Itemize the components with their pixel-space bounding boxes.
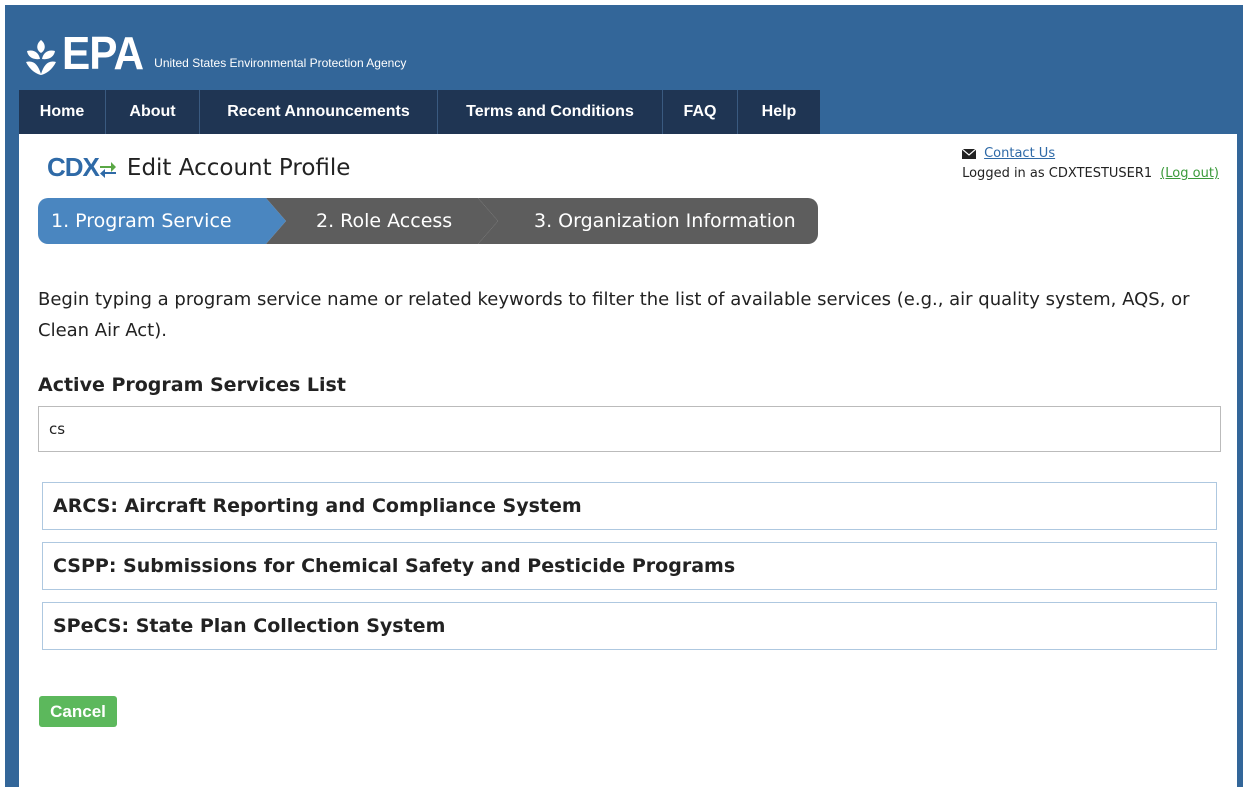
logged-in-text: Logged in as CDXTESTUSER1 xyxy=(962,166,1153,181)
step-program-service[interactable]: 1. Program Service xyxy=(38,198,286,244)
envelope-icon xyxy=(962,149,977,159)
epa-logo-text[interactable]: EPA xyxy=(62,30,144,76)
instructions-text: Begin typing a program service name or r… xyxy=(38,289,1190,341)
list-item[interactable]: CSPP: Submissions for Chemical Safety an… xyxy=(42,542,1217,590)
list-item[interactable]: ARCS: Aircraft Reporting and Compliance … xyxy=(42,482,1217,530)
page-title: Edit Account Profile xyxy=(126,154,351,181)
logged-in-line: Logged in as CDXTESTUSER1 (Log out) xyxy=(962,164,1219,184)
epa-flower-icon xyxy=(26,40,56,75)
nav-item-faq[interactable]: FAQ xyxy=(663,90,738,134)
nav-item-recent-announcements[interactable]: Recent Announcements xyxy=(200,90,438,134)
program-search-input[interactable] xyxy=(38,406,1221,452)
program-list-label: Active Program Services List xyxy=(38,374,346,396)
cdx-logo: CDX xyxy=(47,152,117,183)
nav-item-help[interactable]: Help xyxy=(738,90,820,134)
step-organization-information[interactable]: 3. Organization Information xyxy=(478,198,818,244)
progress-steps: 1. Program Service 2. Role Access 3. Org… xyxy=(38,198,818,244)
step-role-access[interactable]: 2. Role Access xyxy=(266,198,498,244)
contact-us-link[interactable]: Contact Us xyxy=(984,144,1055,164)
program-results-list: ARCS: Aircraft Reporting and Compliance … xyxy=(42,482,1217,662)
cdx-logo-text: CDX xyxy=(47,152,100,182)
nav-item-about[interactable]: About xyxy=(106,90,200,134)
page-header: CDX Edit Account Profile xyxy=(47,152,350,183)
user-box: Contact Us Logged in as CDXTESTUSER1 (Log… xyxy=(962,144,1219,184)
cdx-arrows-icon xyxy=(99,161,116,178)
main-nav: Home About Recent Announcements Terms an… xyxy=(19,90,820,134)
nav-item-terms-and-conditions[interactable]: Terms and Conditions xyxy=(438,90,663,134)
list-item[interactable]: SPeCS: State Plan Collection System xyxy=(42,602,1217,650)
cancel-button[interactable]: Cancel xyxy=(39,696,117,727)
epa-header: EPA United States Environmental Protecti… xyxy=(24,24,406,76)
contact-line: Contact Us xyxy=(962,144,1219,164)
content-panel: CDX Edit Account Profile Contact Us Logg… xyxy=(19,134,1237,787)
nav-item-home[interactable]: Home xyxy=(19,90,106,134)
agency-name: United States Environmental Protection A… xyxy=(154,56,407,70)
logout-link[interactable]: (Log out) xyxy=(1160,166,1219,181)
